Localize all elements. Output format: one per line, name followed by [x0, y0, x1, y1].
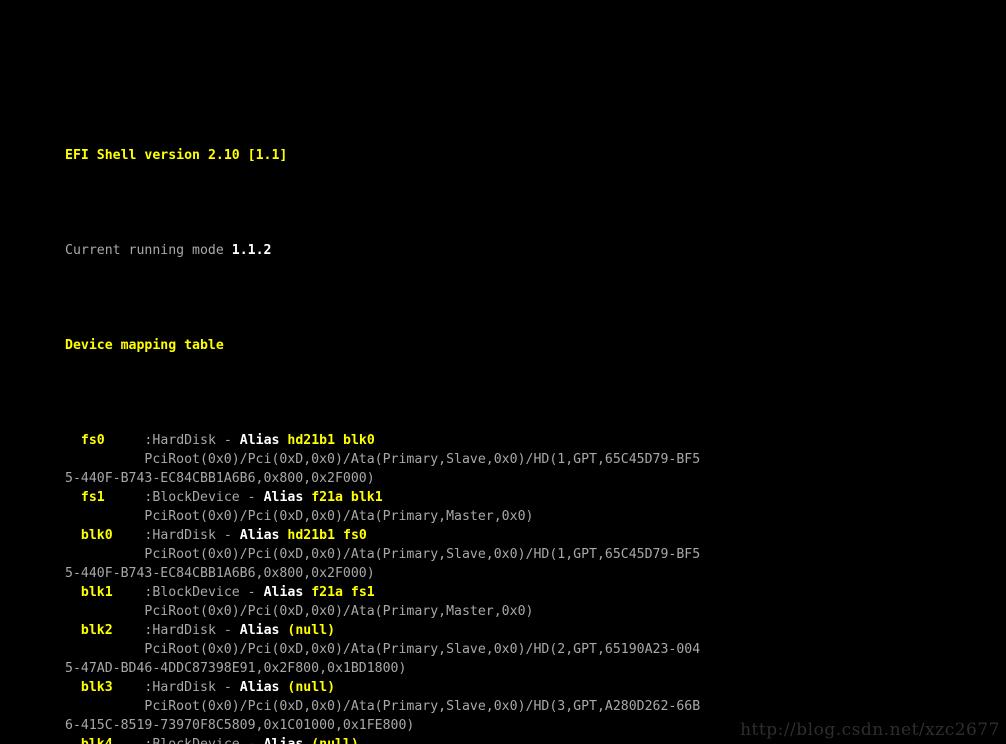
device-mapping-title: Device mapping table — [65, 338, 224, 353]
device-path: 6-415C-8519-73970F8C5809,0x1C01000,0x1FE… — [65, 718, 415, 733]
alias-label: Alias — [263, 585, 304, 600]
device-dash: - — [223, 433, 232, 448]
banner-label: EFI Shell version — [65, 148, 200, 163]
device-entry: fs1 :BlockDevice - Alias f21a blk1 — [65, 488, 985, 507]
watermark-url: http://blog.csdn.net/xzc2677 — [740, 720, 1000, 740]
device-mapping-list: fs0 :HardDisk - Alias hd21b1 blk0 PciRoo… — [65, 431, 985, 744]
device-alias: hd21b1 blk0 — [287, 433, 375, 448]
device-path: 5-47AD-BD46-4DDC87398E91,0x2F800,0x1BD18… — [65, 661, 407, 676]
device-id: fs0 — [80, 433, 105, 448]
console-output[interactable]: EFI Shell version 2.10 [1.1] Current run… — [65, 70, 985, 744]
device-type: HardDisk — [152, 680, 216, 695]
device-path-line: PciRoot(0x0)/Pci(0xD,0x0)/Ata(Primary,Ma… — [65, 507, 985, 526]
device-id: blk0 — [80, 528, 113, 543]
running-mode-line: Current running mode 1.1.2 — [65, 241, 985, 260]
efi-shell-screen: EFI Shell version 2.10 [1.1] Current run… — [0, 0, 1006, 744]
device-id: blk3 — [80, 680, 113, 695]
alias-label: Alias — [263, 490, 304, 505]
device-alias: (null) — [287, 680, 336, 695]
device-type: HardDisk — [152, 623, 216, 638]
device-entry: blk1 :BlockDevice - Alias f21a fs1 — [65, 583, 985, 602]
running-mode-value: 1.1.2 — [231, 243, 272, 258]
device-alias: hd21b1 fs0 — [287, 528, 367, 543]
device-path-line: PciRoot(0x0)/Pci(0xD,0x0)/Ata(Primary,Sl… — [65, 450, 985, 469]
device-alias: f21a fs1 — [311, 585, 375, 600]
banner-version: 2.10 [1.1] — [207, 148, 288, 163]
device-path: PciRoot(0x0)/Pci(0xD,0x0)/Ata(Primary,Sl… — [144, 642, 701, 657]
device-path: PciRoot(0x0)/Pci(0xD,0x0)/Ata(Primary,Sl… — [144, 547, 701, 562]
device-dash: - — [223, 680, 232, 695]
device-path-line: 5-440F-B743-EC84CBB1A6B6,0x800,0x2F000) — [65, 469, 985, 488]
device-entry: blk3 :HardDisk - Alias (null) — [65, 678, 985, 697]
device-path-line: 5-47AD-BD46-4DDC87398E91,0x2F800,0x1BD18… — [65, 659, 985, 678]
alias-label: Alias — [239, 528, 280, 543]
device-type: HardDisk — [152, 528, 216, 543]
device-path: PciRoot(0x0)/Pci(0xD,0x0)/Ata(Primary,Sl… — [144, 452, 701, 467]
device-path: PciRoot(0x0)/Pci(0xD,0x0)/Ata(Primary,Ma… — [144, 509, 534, 524]
device-dash: - — [223, 528, 232, 543]
device-alias: f21a blk1 — [311, 490, 383, 505]
device-type: HardDisk — [152, 433, 216, 448]
device-type: BlockDevice — [152, 490, 240, 505]
device-path-line: 5-440F-B743-EC84CBB1A6B6,0x800,0x2F000) — [65, 564, 985, 583]
device-path-line: PciRoot(0x0)/Pci(0xD,0x0)/Ata(Primary,Ma… — [65, 602, 985, 621]
device-id: blk1 — [80, 585, 113, 600]
device-path: 5-440F-B743-EC84CBB1A6B6,0x800,0x2F000) — [65, 566, 375, 581]
device-alias: (null) — [311, 737, 359, 744]
banner-line: EFI Shell version 2.10 [1.1] — [65, 146, 985, 165]
device-id: fs1 — [80, 490, 105, 505]
alias-label: Alias — [239, 623, 280, 638]
device-dash: - — [247, 490, 256, 505]
device-id: blk4 — [81, 737, 113, 744]
device-type: BlockDevice — [152, 585, 240, 600]
alias-label: Alias — [264, 737, 304, 744]
device-path: 5-440F-B743-EC84CBB1A6B6,0x800,0x2F000) — [65, 471, 375, 486]
device-id: blk2 — [80, 623, 113, 638]
device-dash: - — [223, 623, 232, 638]
device-entry: blk2 :HardDisk - Alias (null) — [65, 621, 985, 640]
alias-label: Alias — [239, 680, 280, 695]
device-type: BlockDevice — [152, 737, 239, 744]
device-dash: - — [247, 585, 256, 600]
running-mode-label: Current running mode — [65, 243, 224, 258]
device-alias: (null) — [287, 623, 336, 638]
device-path-line: PciRoot(0x0)/Pci(0xD,0x0)/Ata(Primary,Sl… — [65, 697, 985, 716]
device-entry: blk0 :HardDisk - Alias hd21b1 fs0 — [65, 526, 985, 545]
device-path: PciRoot(0x0)/Pci(0xD,0x0)/Ata(Primary,Ma… — [144, 604, 534, 619]
device-entry: fs0 :HardDisk - Alias hd21b1 blk0 — [65, 431, 985, 450]
device-path-line: PciRoot(0x0)/Pci(0xD,0x0)/Ata(Primary,Sl… — [65, 640, 985, 659]
device-path: PciRoot(0x0)/Pci(0xD,0x0)/Ata(Primary,Sl… — [144, 699, 701, 714]
alias-label: Alias — [239, 433, 280, 448]
device-path-line: PciRoot(0x0)/Pci(0xD,0x0)/Ata(Primary,Sl… — [65, 545, 985, 564]
device-dash: - — [248, 737, 256, 744]
